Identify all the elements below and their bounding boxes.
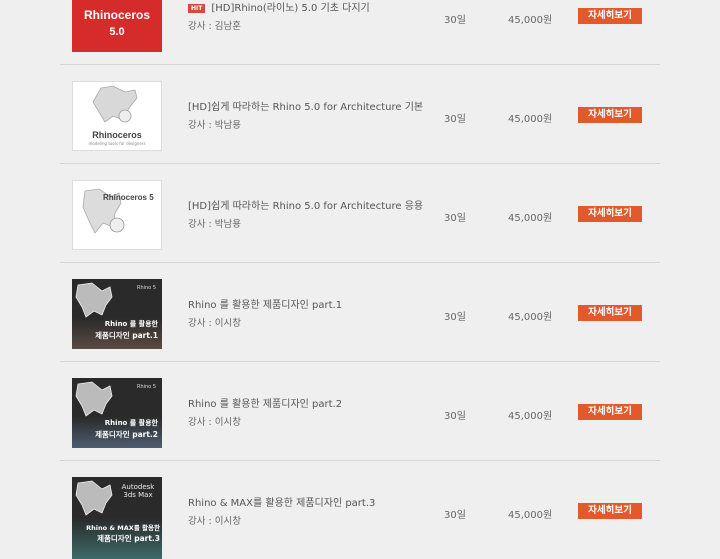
detail-button[interactable]: 자세히보기 xyxy=(578,206,642,222)
course-period: 30일 xyxy=(444,213,466,224)
course-list: Rhinoceros 5.0 HIT [HD]Rhino(라이노) 5.0 기초 … xyxy=(0,0,720,559)
course-thumbnail[interactable]: Rhinoceros modeling tools for designers xyxy=(72,81,162,151)
course-info: Rhino 를 활용한 제품디자인 part.1 강사 : 이시창 xyxy=(188,299,488,330)
course-instructor: 강사 : 박남용 xyxy=(188,120,241,131)
detail-button[interactable]: 자세히보기 xyxy=(578,503,642,519)
course-info: Rhino 를 활용한 제품디자인 part.2 강사 : 이시창 xyxy=(188,398,488,429)
course-price: 45,000원 xyxy=(508,114,553,125)
course-instructor: 강사 : 이시창 xyxy=(188,318,241,329)
course-info: [HD]쉽게 따라하는 Rhino 5.0 for Architecture 응… xyxy=(188,200,488,231)
course-price: 45,000원 xyxy=(508,510,553,521)
course-title[interactable]: Rhino & MAX를 활용한 제품디자인 part.3 xyxy=(188,497,488,511)
course-title[interactable]: [HD]쉽게 따라하는 Rhino 5.0 for Architecture 기… xyxy=(188,101,488,115)
course-row: Rhino 5 Rhino 를 활용한 제품디자인 part.2 Rhino 를… xyxy=(60,362,660,461)
thumb-title-line2: 제품디자인 part.3 xyxy=(97,534,160,543)
course-thumbnail[interactable]: Rhino 5 Rhino 를 활용한 제품디자인 part.1 xyxy=(72,279,162,349)
course-price: 45,000원 xyxy=(508,411,553,422)
course-thumbnail[interactable]: Rhinoceros 5 xyxy=(72,180,162,250)
course-title[interactable]: [HD]쉽게 따라하는 Rhino 5.0 for Architecture 응… xyxy=(188,200,488,214)
thumb-brand-text: Rhinoceros 5 xyxy=(103,193,154,202)
course-period: 30일 xyxy=(444,510,466,521)
thumb-title-line2: 제품디자인 part.2 xyxy=(95,430,158,439)
thumb-title-line1: Rhino & MAX를 활용한 xyxy=(86,524,160,532)
course-period: 30일 xyxy=(444,15,466,26)
rhino-logo-icon xyxy=(82,188,125,234)
course-row: Rhino 5 Rhino 를 활용한 제품디자인 part.1 Rhino 를… xyxy=(60,263,660,362)
thumb-title-line1: Rhino 를 활용한 xyxy=(104,320,158,328)
course-instructor: 강사 : 이시창 xyxy=(188,516,241,527)
course-title[interactable]: HIT [HD]Rhino(라이노) 5.0 기초 다지기 xyxy=(188,2,488,16)
course-row: Autodesk 3ds Max Rhino & MAX를 활용한 제품디자인 … xyxy=(60,461,660,559)
course-thumbnail[interactable]: Rhino 5 Rhino 를 활용한 제품디자인 part.2 xyxy=(72,378,162,448)
detail-button[interactable]: 자세히보기 xyxy=(578,305,642,321)
course-title[interactable]: Rhino 를 활용한 제품디자인 part.2 xyxy=(188,398,488,412)
course-instructor: 강사 : 김남훈 xyxy=(188,21,241,32)
thumb-title-line2: 제품디자인 part.1 xyxy=(95,331,158,340)
course-period: 30일 xyxy=(444,312,466,323)
course-row: Rhinoceros 5 [HD]쉽게 따라하는 Rhino 5.0 for A… xyxy=(60,164,660,263)
detail-button[interactable]: 자세히보기 xyxy=(578,404,642,420)
course-period: 30일 xyxy=(444,114,466,125)
thumb-version-text: 5.0 xyxy=(109,26,125,38)
course-thumbnail[interactable]: Autodesk 3ds Max Rhino & MAX를 활용한 제품디자인 … xyxy=(72,477,162,559)
course-instructor: 강사 : 박남용 xyxy=(188,219,241,230)
detail-button[interactable]: 자세히보기 xyxy=(578,8,642,24)
thumb-brand-text: Rhinoceros xyxy=(83,8,150,22)
course-thumbnail[interactable]: Rhinoceros 5.0 xyxy=(72,0,162,52)
thumb-brand-text: Rhinoceros xyxy=(92,130,142,140)
hit-badge: HIT xyxy=(188,4,206,13)
course-info: HIT [HD]Rhino(라이노) 5.0 기초 다지기 강사 : 김남훈 xyxy=(188,2,488,33)
course-title-text[interactable]: [HD]Rhino(라이노) 5.0 기초 다지기 xyxy=(211,3,369,14)
course-price: 45,000원 xyxy=(508,312,553,323)
course-info: [HD]쉽게 따라하는 Rhino 5.0 for Architecture 기… xyxy=(188,101,488,132)
course-period: 30일 xyxy=(444,411,466,422)
course-info: Rhino & MAX를 활용한 제품디자인 part.3 강사 : 이시창 xyxy=(188,497,488,528)
course-row: Rhinoceros modeling tools for designers … xyxy=(60,65,660,164)
thumb-corner-text: Autodesk 3ds Max xyxy=(121,483,155,499)
course-row: Rhinoceros 5.0 HIT [HD]Rhino(라이노) 5.0 기초 … xyxy=(60,0,660,65)
thumb-title-line1: Rhino 를 활용한 xyxy=(104,419,158,427)
detail-button[interactable]: 자세히보기 xyxy=(578,107,642,123)
course-title[interactable]: Rhino 를 활용한 제품디자인 part.1 xyxy=(188,299,488,313)
course-price: 45,000원 xyxy=(508,15,553,26)
thumb-corner-text: Rhino 5 xyxy=(136,384,156,390)
thumb-corner-text: Rhino 5 xyxy=(136,285,156,291)
course-price: 45,000원 xyxy=(508,213,553,224)
thumb-tagline-text: modeling tools for designers xyxy=(88,141,146,146)
course-instructor: 강사 : 이시창 xyxy=(188,417,241,428)
